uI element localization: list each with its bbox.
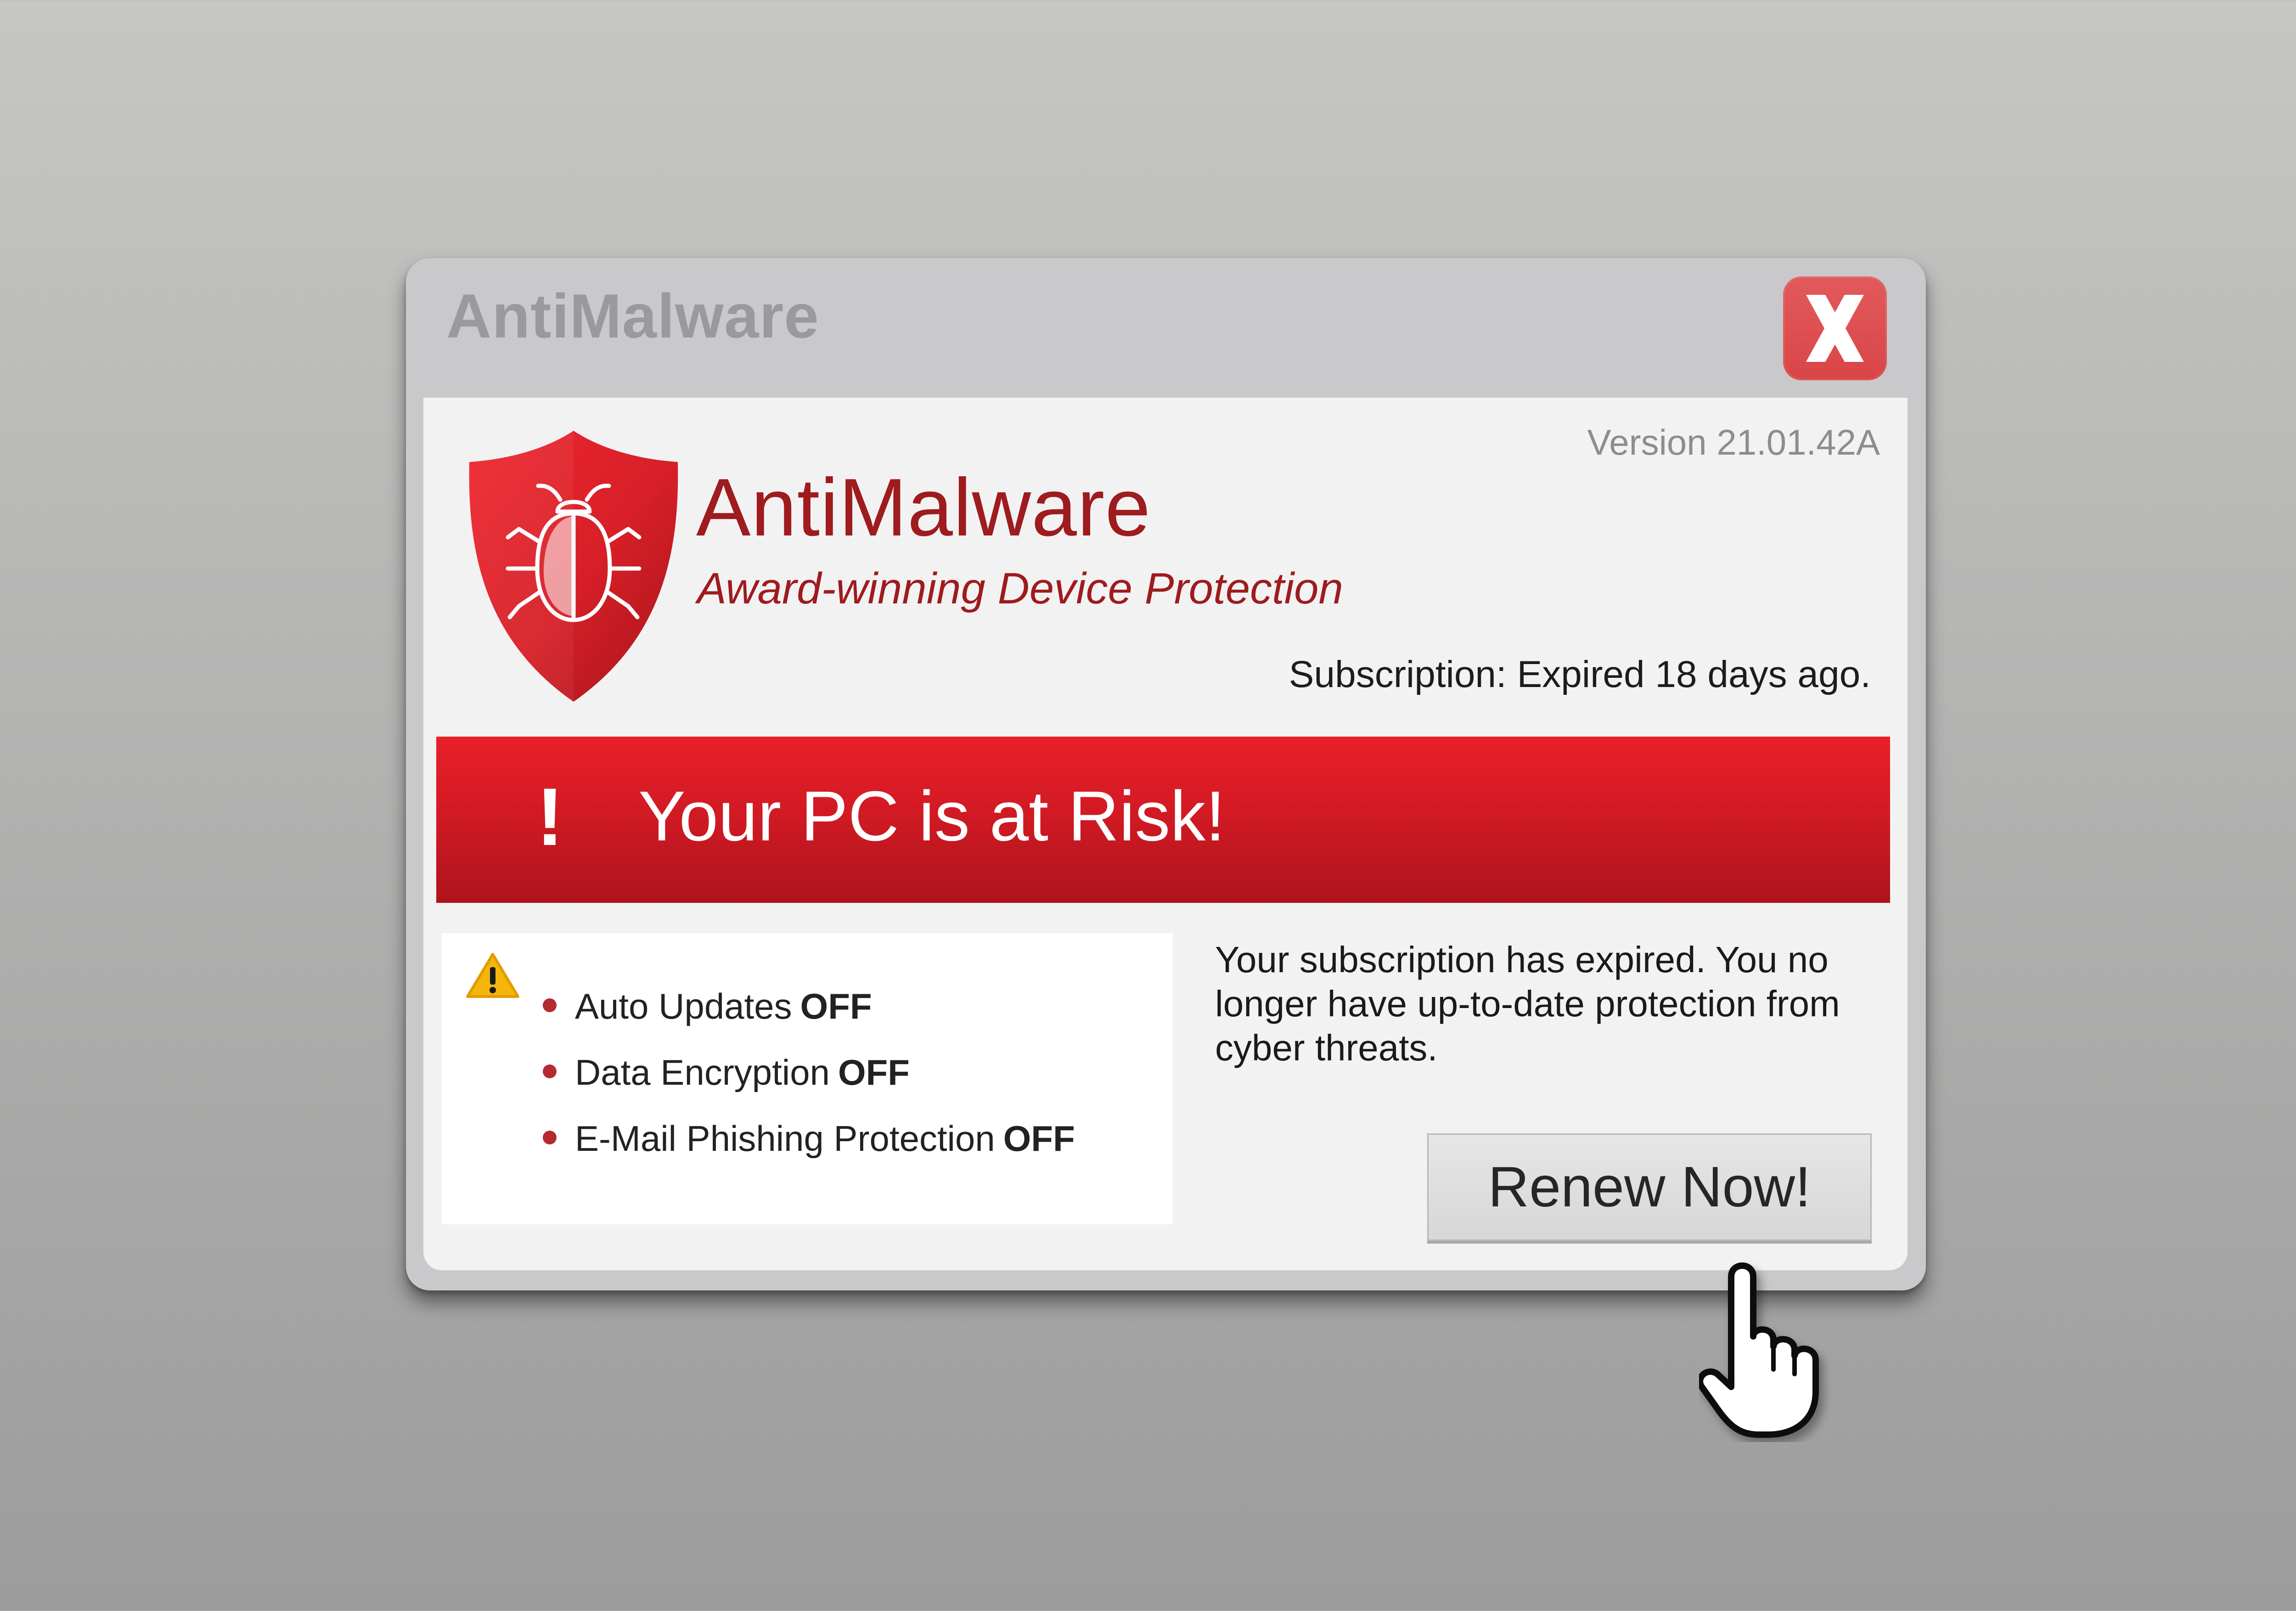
status-state: OFF [838,1052,910,1093]
brand-tagline: Award-winning Device Protection [697,564,1343,613]
list-item: Auto Updates OFF [543,986,872,1026]
list-item: Data Encryption OFF [543,1052,910,1093]
status-state: OFF [1003,1118,1075,1159]
alert-window: AntiMalware Version 21.01.42A AntiMalwar… [406,258,1926,1290]
list-item: E-Mail Phishing Protection OFF [543,1118,1075,1159]
window-title: AntiMalware [446,281,820,351]
bullet-icon [543,998,557,1012]
renew-now-button[interactable]: Renew Now! [1427,1133,1872,1241]
subscription-status: Subscription: Expired 18 days ago. [1289,653,1871,695]
warning-icon [466,953,519,998]
status-state: OFF [800,986,872,1026]
protection-status-box: Auto Updates OFF Data Encryption OFF E-Mai… [442,933,1173,1224]
status-label: Data Encryption [575,1052,830,1093]
version-label: Version 21.01.42A [1587,422,1880,462]
status-label: Auto Updates [575,986,792,1026]
status-label: E-Mail Phishing Protection [575,1118,995,1159]
bug-shield-icon [469,431,678,702]
risk-banner: ! Your PC is at Risk! [436,737,1890,903]
close-icon [1806,295,1864,362]
content-panel: Version 21.01.42A AntiMalware Award-winn… [423,398,1908,1270]
bullet-icon [543,1065,557,1078]
close-button[interactable] [1783,276,1887,380]
risk-message: Your PC is at Risk! [638,777,1226,856]
bullet-icon [543,1131,557,1144]
expiry-message: Your subscription has expired. You no lo… [1215,939,1840,1068]
brand-name: AntiMalware [696,462,1151,553]
exclamation-icon: ! [536,771,564,862]
hand-pointer-icon [1699,1262,1819,1438]
